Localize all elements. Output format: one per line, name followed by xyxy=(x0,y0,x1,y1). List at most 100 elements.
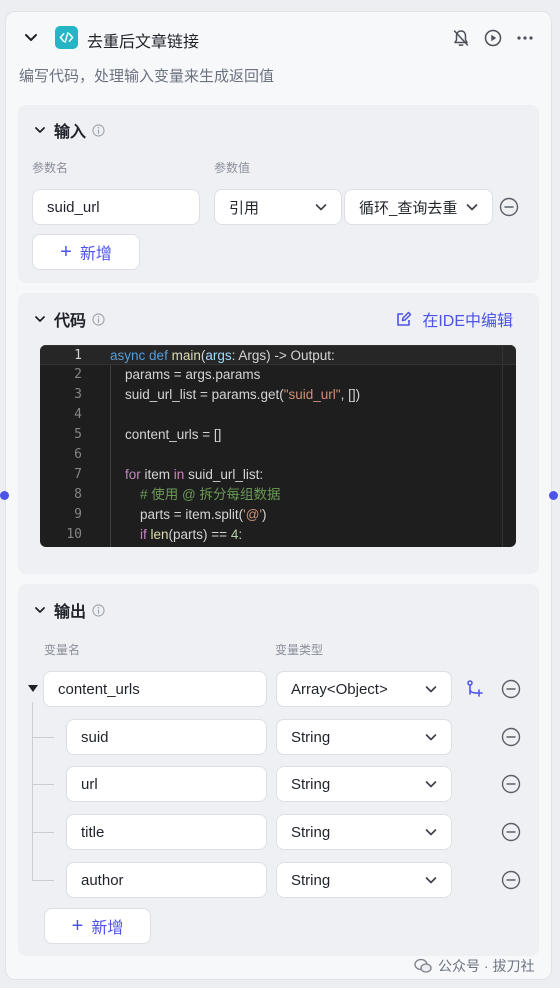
code-section: 代码 在IDE中编辑 1 async def main(args: Args) -… xyxy=(18,293,539,574)
child-name-value: suid xyxy=(81,728,109,746)
output-port[interactable] xyxy=(549,491,558,500)
param-name-input[interactable]: suid_url xyxy=(32,189,200,225)
code-line: 8 # 使用 @ 拆分每组数据 xyxy=(40,485,516,505)
chevron-down-icon[interactable] xyxy=(21,27,41,47)
chevron-down-icon xyxy=(425,829,437,836)
reference-value: 循环_查询去重 xyxy=(359,199,458,217)
line-number: 3 xyxy=(74,387,82,402)
watermark-text: 公众号 · 拔刀社 xyxy=(438,958,535,974)
section-title: 输出 xyxy=(54,604,87,621)
tree-branch-line xyxy=(32,784,54,785)
remove-output-icon[interactable] xyxy=(501,774,521,794)
input-port[interactable] xyxy=(0,491,9,500)
line-number: 10 xyxy=(66,527,82,542)
child-type-value: String xyxy=(291,728,331,746)
wechat-icon xyxy=(414,958,432,973)
input-section: 输入 参数名 参数值 suid_url 引用 循环_查询去重 + 新增 xyxy=(18,105,539,283)
param-name-value: suid_url xyxy=(47,198,100,216)
watermark: 公众号 · 拔刀社 xyxy=(414,956,534,976)
code-line: 5 content_urls = [] xyxy=(40,425,516,445)
plus-icon: + xyxy=(60,241,72,263)
output-child-type-select[interactable]: String xyxy=(276,862,452,898)
more-icon[interactable] xyxy=(514,27,536,49)
line-number: 4 xyxy=(74,407,82,422)
tree-branch-line xyxy=(32,880,54,881)
output-child-name-input[interactable]: url xyxy=(66,766,267,802)
info-icon[interactable] xyxy=(92,123,105,137)
remove-output-icon[interactable] xyxy=(501,679,521,699)
output-child-name-input[interactable]: title xyxy=(66,814,267,850)
output-section-header[interactable]: 输出 xyxy=(32,599,105,621)
add-param-button[interactable]: + 新增 xyxy=(32,234,140,270)
chevron-down-icon xyxy=(425,686,437,693)
input-section-header[interactable]: 输入 xyxy=(32,119,105,141)
code-text: params = args.params xyxy=(110,367,261,382)
output-type-value: Array<Object> xyxy=(291,680,388,698)
line-number: 1 xyxy=(74,348,82,363)
code-line: 4 xyxy=(40,405,516,425)
add-label: 新增 xyxy=(79,246,112,263)
chevron-down-icon xyxy=(425,734,437,741)
play-icon[interactable] xyxy=(482,27,504,49)
code-scrollbar[interactable] xyxy=(502,345,516,547)
remove-output-icon[interactable] xyxy=(501,727,521,747)
output-child-type-select[interactable]: String xyxy=(276,766,452,802)
code-line: 1 async def main(args: Args) -> Output: xyxy=(40,345,516,365)
line-number: 9 xyxy=(74,507,82,522)
remove-param-icon[interactable] xyxy=(499,197,519,217)
code-text: async def main(args: Args) -> Output: xyxy=(110,348,335,363)
expand-toggle-icon[interactable] xyxy=(28,685,38,692)
output-child-name-input[interactable]: author xyxy=(66,862,267,898)
child-name-value: author xyxy=(81,871,124,889)
info-icon[interactable] xyxy=(92,603,105,617)
add-child-icon[interactable] xyxy=(465,679,485,699)
ide-label: 在IDE中编辑 xyxy=(422,313,513,330)
tree-branch-line xyxy=(32,832,54,833)
output-name-value: content_urls xyxy=(58,680,140,698)
code-text: suid_url_list = params.get("suid_url", [… xyxy=(110,387,361,402)
param-source-select[interactable]: 引用 xyxy=(214,189,342,225)
code-line: 9 parts = item.split('@') xyxy=(40,505,516,525)
chevron-down-icon xyxy=(315,204,327,211)
code-node-icon xyxy=(55,26,78,49)
line-number: 5 xyxy=(74,427,82,442)
code-text: for item in suid_url_list: xyxy=(125,467,264,482)
chevron-down-icon[interactable] xyxy=(32,311,48,327)
param-reference-select[interactable]: 循环_查询去重 xyxy=(344,189,493,225)
output-name-input[interactable]: content_urls xyxy=(43,671,267,707)
column-label: 变量类型 xyxy=(275,643,324,657)
tree-branch-line xyxy=(32,737,54,738)
line-number: 7 xyxy=(74,467,82,482)
chevron-down-icon[interactable] xyxy=(32,602,48,618)
remove-output-icon[interactable] xyxy=(501,870,521,890)
line-number: 6 xyxy=(74,447,82,462)
line-number: 2 xyxy=(74,367,82,382)
code-text: content_urls = [] xyxy=(110,427,222,442)
code-line: 3 suid_url_list = params.get("suid_url",… xyxy=(40,385,516,405)
chevron-down-icon xyxy=(425,877,437,884)
node-header: 去重后文章链接 xyxy=(5,12,545,64)
output-child-type-select[interactable]: String xyxy=(276,719,452,755)
child-type-value: String xyxy=(291,871,331,889)
code-line: 6 xyxy=(40,445,516,465)
output-type-select[interactable]: Array<Object> xyxy=(276,671,452,707)
chevron-down-icon xyxy=(425,781,437,788)
section-title: 输入 xyxy=(54,124,87,141)
add-label: 新增 xyxy=(91,920,124,937)
node-title[interactable]: 去重后文章链接 xyxy=(87,28,199,52)
child-type-value: String xyxy=(291,823,331,841)
remove-output-icon[interactable] xyxy=(501,822,521,842)
add-output-button[interactable]: + 新增 xyxy=(44,908,151,944)
code-editor[interactable]: 1 async def main(args: Args) -> Output: 2… xyxy=(40,345,516,547)
code-line: 7 for item in suid_url_list: xyxy=(40,465,516,485)
output-child-type-select[interactable]: String xyxy=(276,814,452,850)
code-section-header[interactable]: 代码 xyxy=(32,308,105,330)
bell-off-icon[interactable] xyxy=(450,27,472,49)
info-icon[interactable] xyxy=(92,312,105,326)
chevron-down-icon[interactable] xyxy=(32,122,48,138)
node-description[interactable]: 编写代码，处理输入变量来生成返回值 xyxy=(19,65,274,86)
code-text: if len(parts) == 4: xyxy=(140,527,243,542)
code-text: # 使用 @ 拆分每组数据 xyxy=(110,487,281,502)
edit-in-ide-button[interactable]: 在IDE中编辑 xyxy=(396,307,513,331)
output-child-name-input[interactable]: suid xyxy=(66,719,267,755)
